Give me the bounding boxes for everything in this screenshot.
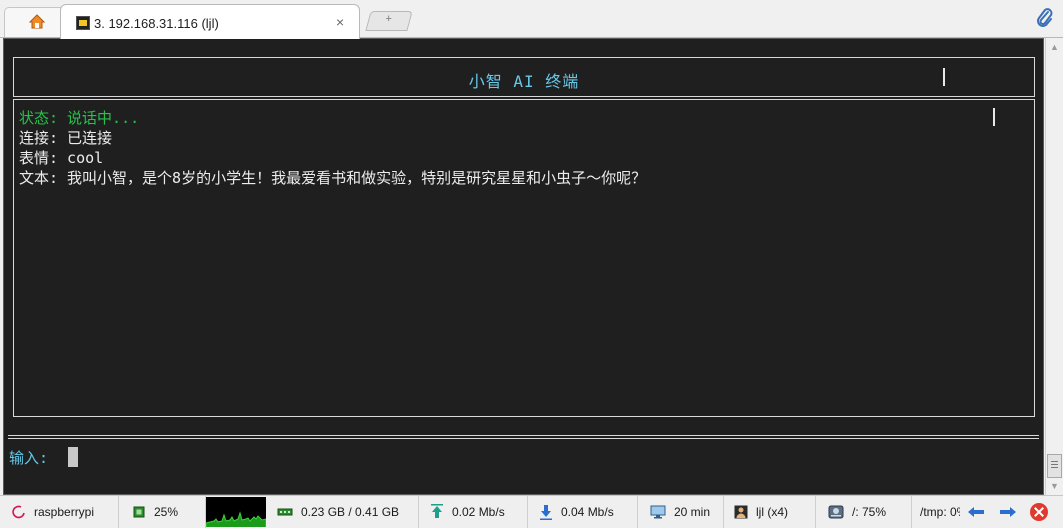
status-bar: raspberrypi 25% 0.23 GB / 0.41 GB 0.02 M… [0, 495, 1063, 528]
output-cursor [993, 108, 995, 126]
memory-icon [277, 508, 293, 516]
scroll-up-icon[interactable]: ▲ [1050, 42, 1059, 52]
connection-line: 连接: 已连接 [19, 129, 113, 147]
vertical-scrollbar[interactable]: ▲ ▼ [1045, 38, 1063, 495]
tab-title: 3. 192.168.31.116 (ljl) [94, 16, 219, 31]
host-label: raspberrypi [34, 505, 95, 519]
download-value: 0.04 Mb/s [561, 505, 614, 519]
plus-icon: + [385, 13, 392, 25]
user-icon [734, 505, 748, 519]
status-disk-tmp[interactable]: /tmp: 0% [912, 496, 960, 528]
status-line: 状态: 说话中... [19, 109, 140, 127]
home-tab[interactable] [4, 7, 68, 37]
upload-arrow-icon [431, 504, 443, 518]
new-tab-button[interactable]: + [365, 11, 413, 31]
close-status-icon[interactable] [1030, 503, 1048, 521]
status-memory[interactable]: 0.23 GB / 0.41 GB [266, 496, 419, 528]
scroll-thumb[interactable] [1047, 454, 1062, 478]
input-divider [8, 435, 1039, 436]
monitor-icon [650, 505, 666, 519]
status-disk-root[interactable]: /: 75% [816, 496, 912, 528]
status-upload[interactable]: 0.02 Mb/s [419, 496, 528, 528]
upload-value: 0.02 Mb/s [452, 505, 505, 519]
terminal-area[interactable]: 小智 AI 终端 状态: 说话中... 连接: 已连接 表情: cool 文本:… [3, 38, 1044, 495]
emotion-line: 表情: cool [19, 149, 104, 167]
tab-bar: 3. 192.168.31.116 (ljl) × + [0, 0, 1063, 39]
input-divider-inner [8, 438, 1039, 439]
status-user[interactable]: ljl (x4) [724, 496, 816, 528]
status-nav[interactable] [960, 496, 1024, 528]
memory-value: 0.23 GB / 0.41 GB [301, 505, 400, 519]
download-arrow-icon [540, 505, 552, 520]
paperclip-icon[interactable] [1036, 8, 1054, 28]
text-line: 文本: 我叫小智，是个8岁的小学生！我最爱看书和做实验，特别是研究星星和小虫子～… [19, 169, 647, 187]
uptime-value: 20 min [674, 505, 711, 519]
cpu-value: 25% [154, 505, 179, 519]
status-cpu[interactable]: 25% [120, 496, 206, 528]
disk-tmp-value: /tmp: 0% [920, 505, 960, 519]
status-uptime[interactable]: 20 min [638, 496, 724, 528]
arrow-right-icon[interactable] [999, 506, 1017, 518]
cpu-graph-chart [206, 511, 266, 527]
input-label: 输入: [9, 449, 49, 467]
close-tab-icon[interactable]: × [336, 14, 344, 30]
disk-icon [828, 505, 844, 519]
raspberry-icon [12, 505, 25, 519]
cpu-graph [206, 497, 266, 527]
cpu-icon [133, 506, 145, 518]
header-panel: 小智 AI 终端 [13, 57, 1035, 97]
session-tab-active[interactable]: 3. 192.168.31.116 (ljl) × [60, 4, 360, 39]
output-panel: 状态: 说话中... 连接: 已连接 表情: cool 文本: 我叫小智，是个8… [13, 99, 1035, 417]
input-cursor[interactable] [68, 447, 78, 467]
arrow-left-icon[interactable] [967, 506, 985, 518]
user-value: ljl (x4) [756, 505, 788, 519]
header-cursor [943, 68, 945, 86]
home-icon [29, 14, 45, 29]
status-host[interactable]: raspberrypi [0, 496, 119, 528]
terminal-icon [76, 16, 90, 30]
status-download[interactable]: 0.04 Mb/s [528, 496, 638, 528]
disk-root-value: /: 75% [852, 505, 887, 519]
terminal-title: 小智 AI 终端 [468, 72, 580, 91]
scroll-down-icon[interactable]: ▼ [1050, 481, 1059, 491]
